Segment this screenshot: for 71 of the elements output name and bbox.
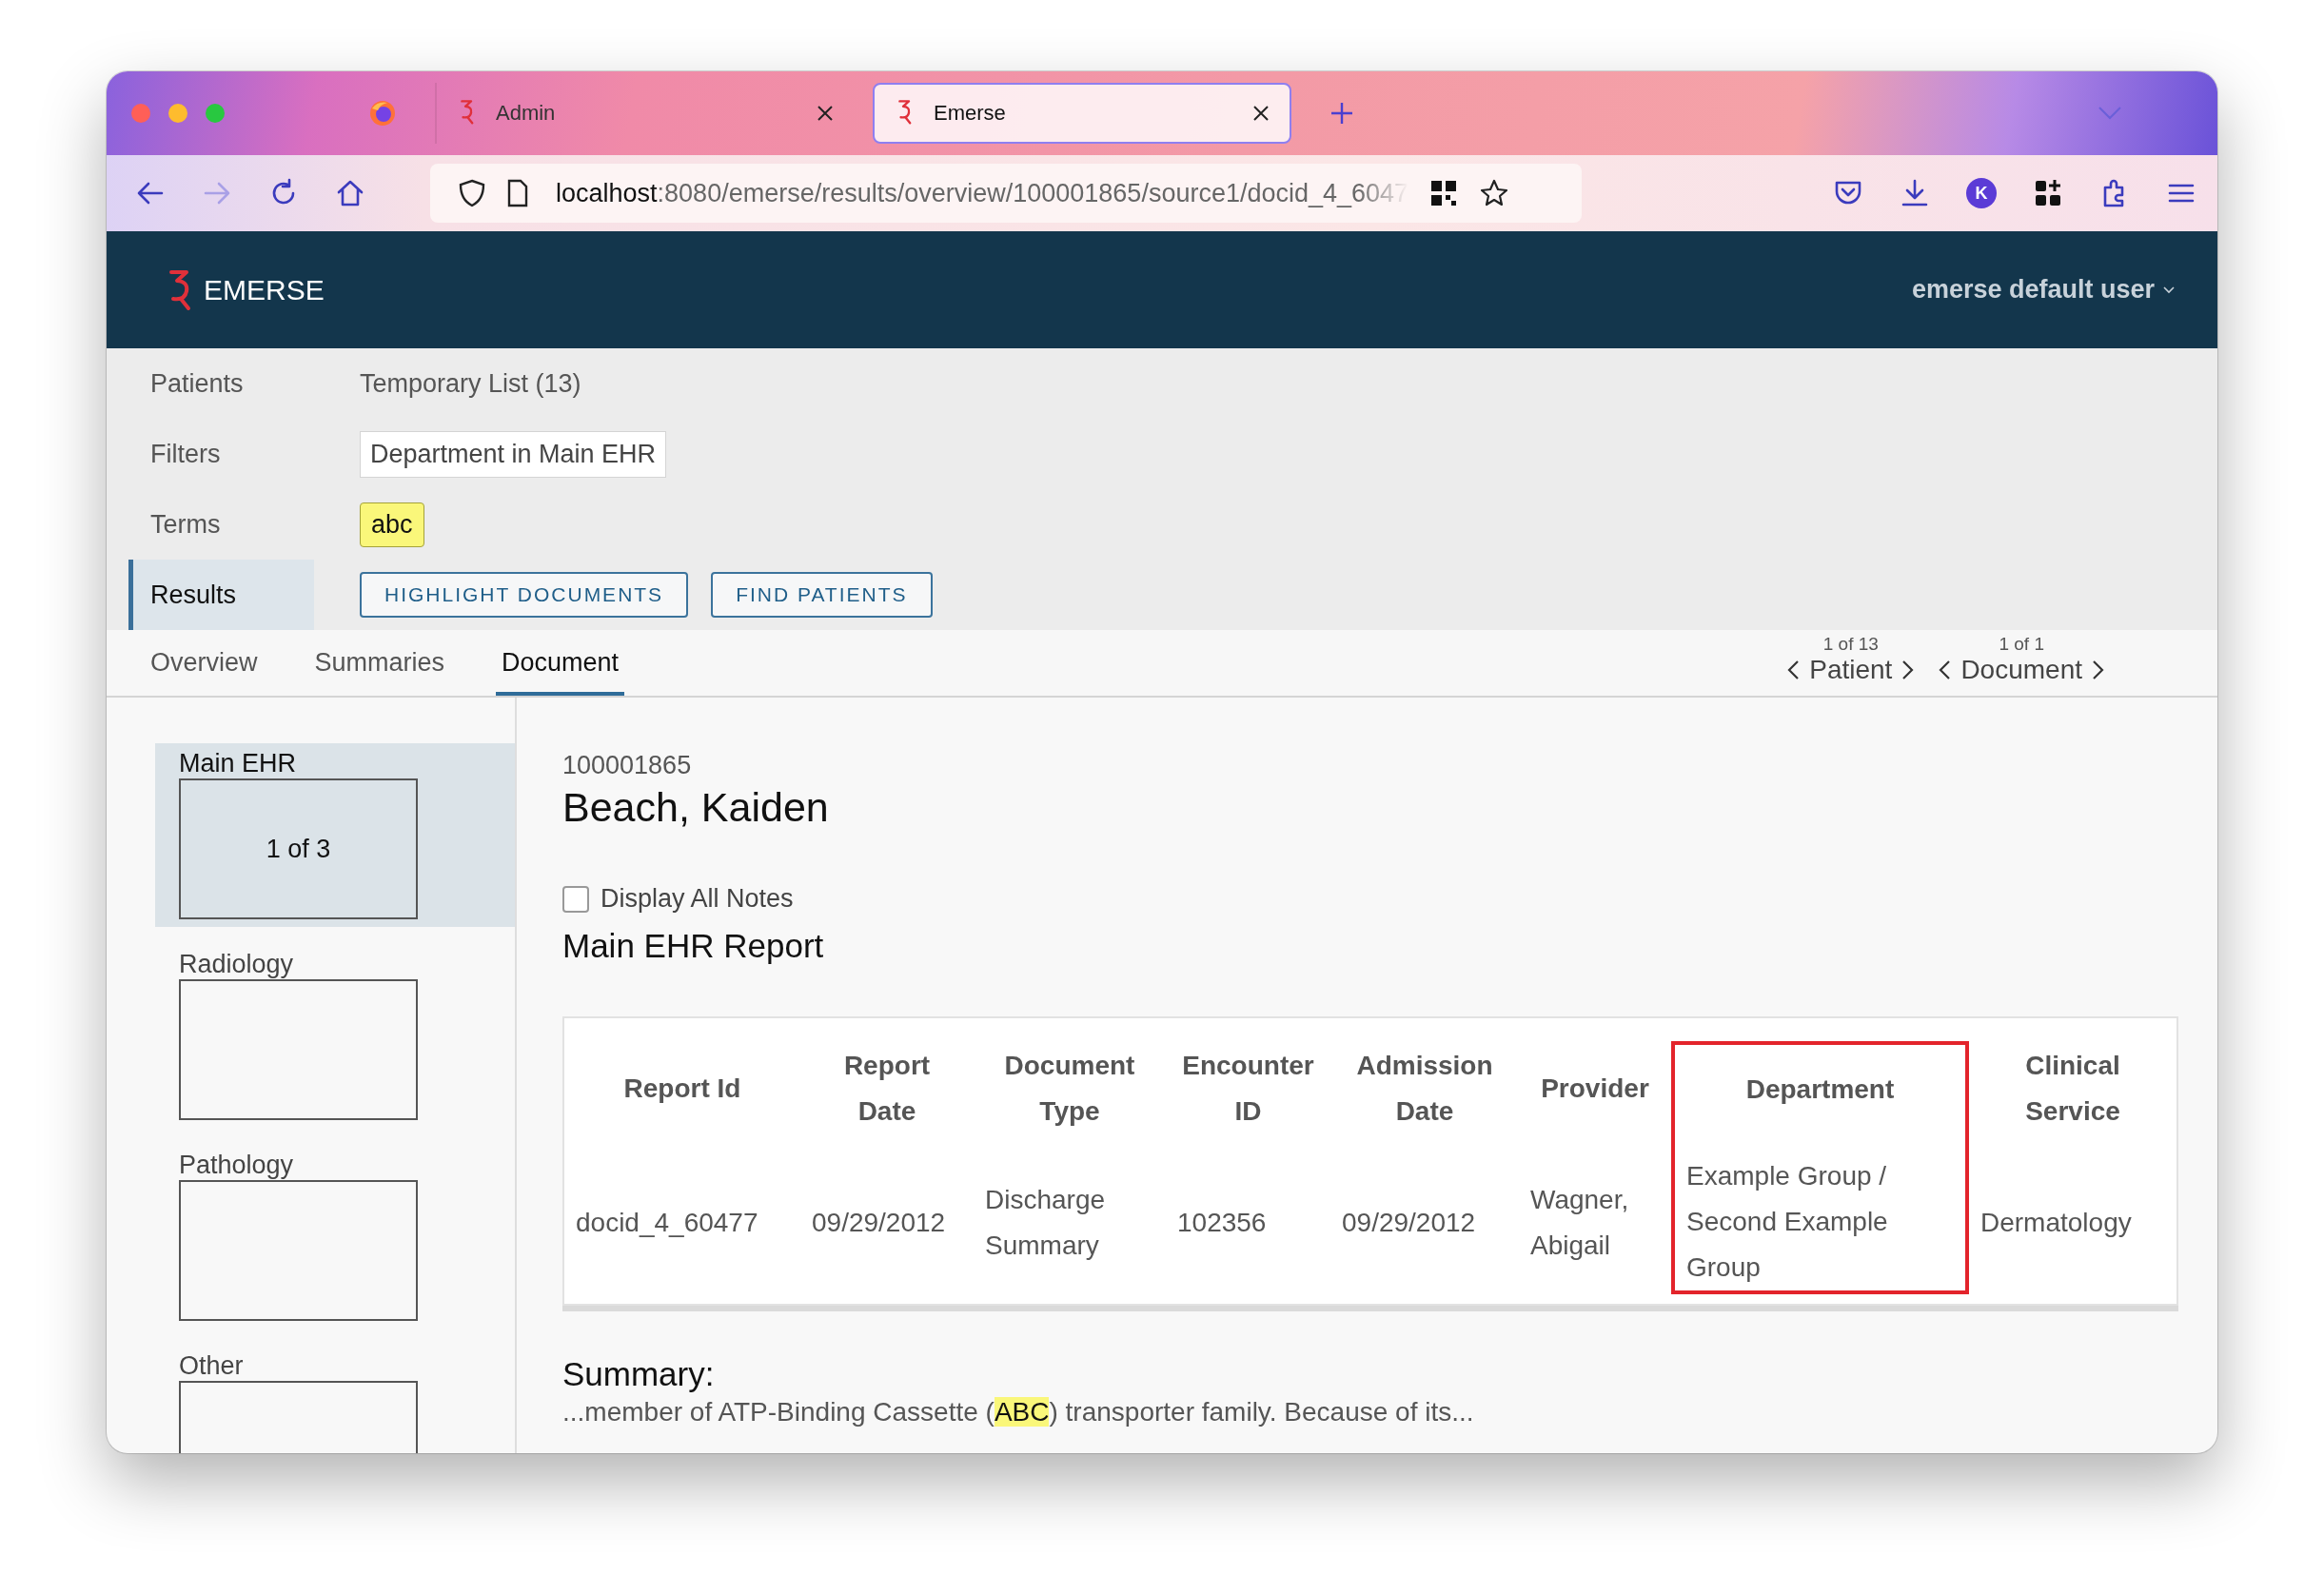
column-header: Clinical Service xyxy=(1967,1043,2176,1153)
document-count: 1 of 3 xyxy=(266,834,331,864)
action-button[interactable]: FIND PATIENTS xyxy=(711,572,933,618)
next-icon[interactable] xyxy=(1901,660,1916,680)
view-tab[interactable]: Document xyxy=(496,630,625,696)
source-thumbnail[interactable] xyxy=(179,979,418,1120)
table-cell-text: Discharge Summary xyxy=(984,1184,1107,1262)
pager-label: Patient xyxy=(1809,655,1893,685)
query-step-label[interactable]: Patients xyxy=(128,348,314,419)
view-tab[interactable]: Overview xyxy=(145,630,264,696)
column-header: Department xyxy=(1673,1043,1967,1153)
query-step-label[interactable]: Filters xyxy=(128,419,314,489)
table-cell: Example Group / Second Example Group xyxy=(1673,1153,1967,1292)
report-title: Main EHR Report xyxy=(562,927,825,965)
browser-tab[interactable]: Admin xyxy=(435,83,854,144)
column-header: Provider xyxy=(1519,1043,1673,1153)
shield-icon[interactable] xyxy=(459,179,485,207)
table-cell: Wagner, Abigail xyxy=(1519,1153,1673,1292)
table-cell-text: docid_4_60477 xyxy=(575,1207,759,1239)
caret-icon xyxy=(2162,285,2176,295)
search-term-tag[interactable]: abc xyxy=(360,502,424,547)
source-thumbnail[interactable]: 1 of 3 xyxy=(179,778,418,919)
column-header: Report Id xyxy=(622,1073,742,1105)
source-panel[interactable]: Main EHR 1 of 3 xyxy=(155,743,515,927)
column-header: Admission Date xyxy=(1355,1050,1494,1128)
column-header: Encounter ID xyxy=(1181,1050,1315,1128)
source-name[interactable]: Main EHR xyxy=(179,749,515,778)
user-menu[interactable]: emerse default user xyxy=(1911,275,2176,305)
source-thumbnail[interactable] xyxy=(179,1180,418,1321)
app-name: EMERSE xyxy=(204,273,325,306)
qr-code-icon[interactable] xyxy=(1429,179,1459,207)
patient-name: Beach, Kaiden xyxy=(562,784,830,831)
extensions-grid-icon[interactable] xyxy=(2033,178,2063,208)
home-icon[interactable] xyxy=(335,178,365,208)
page-count: 1 of 13 xyxy=(1822,634,1879,655)
patient-list-name: Temporary List (13) xyxy=(360,368,581,399)
new-tab-icon[interactable] xyxy=(1329,101,1354,126)
source-name[interactable]: Pathology xyxy=(179,1151,515,1180)
action-button[interactable]: HIGHLIGHT DOCUMENTS xyxy=(360,572,689,618)
page-icon xyxy=(506,179,529,207)
filter-chip[interactable]: Department in Main EHR xyxy=(360,430,667,478)
page-count: 1 of 1 xyxy=(1999,634,2044,655)
checkbox-label[interactable]: Display All Notes xyxy=(601,884,794,914)
query-step-label[interactable]: Results xyxy=(128,560,314,630)
column-header: Document Type xyxy=(1003,1050,1136,1128)
summary-heading: Summary: xyxy=(562,1355,716,1393)
pager-label: Document xyxy=(1960,655,2082,685)
next-icon[interactable] xyxy=(2092,660,2105,680)
previous-icon[interactable] xyxy=(1786,660,1801,680)
tab-title: Admin xyxy=(496,101,557,126)
table-cell-text: 102356 xyxy=(1176,1207,1268,1239)
table-cell-text: 09/29/2012 xyxy=(1341,1207,1477,1239)
source-name[interactable]: Other xyxy=(179,1351,515,1381)
browser-tab[interactable]: Emerse xyxy=(873,83,1291,144)
previous-icon[interactable] xyxy=(1938,660,1952,680)
query-step-label[interactable]: Terms xyxy=(128,489,314,560)
close-icon[interactable] xyxy=(1251,104,1270,123)
patient-id: 100001865 xyxy=(562,751,693,780)
column-header: Report Date xyxy=(842,1050,932,1128)
close-icon[interactable] xyxy=(816,104,835,123)
download-icon[interactable] xyxy=(1900,178,1930,208)
table-cell: Dermatology xyxy=(1967,1153,2176,1292)
tab-title: Emerse xyxy=(934,101,1007,126)
browser-logo-icon[interactable] xyxy=(368,99,397,128)
table-cell-text: 09/29/2012 xyxy=(811,1207,947,1239)
checkbox[interactable] xyxy=(562,885,589,913)
source-name[interactable]: Radiology xyxy=(179,950,515,979)
summary-text: ...member of ATP-Binding Cassette (ABC) transporter family. Because of its... xyxy=(562,1397,1475,1428)
star-icon[interactable] xyxy=(1479,178,1510,208)
view-tab[interactable]: Summaries xyxy=(308,630,451,696)
account-avatar[interactable]: K xyxy=(1966,178,1997,208)
